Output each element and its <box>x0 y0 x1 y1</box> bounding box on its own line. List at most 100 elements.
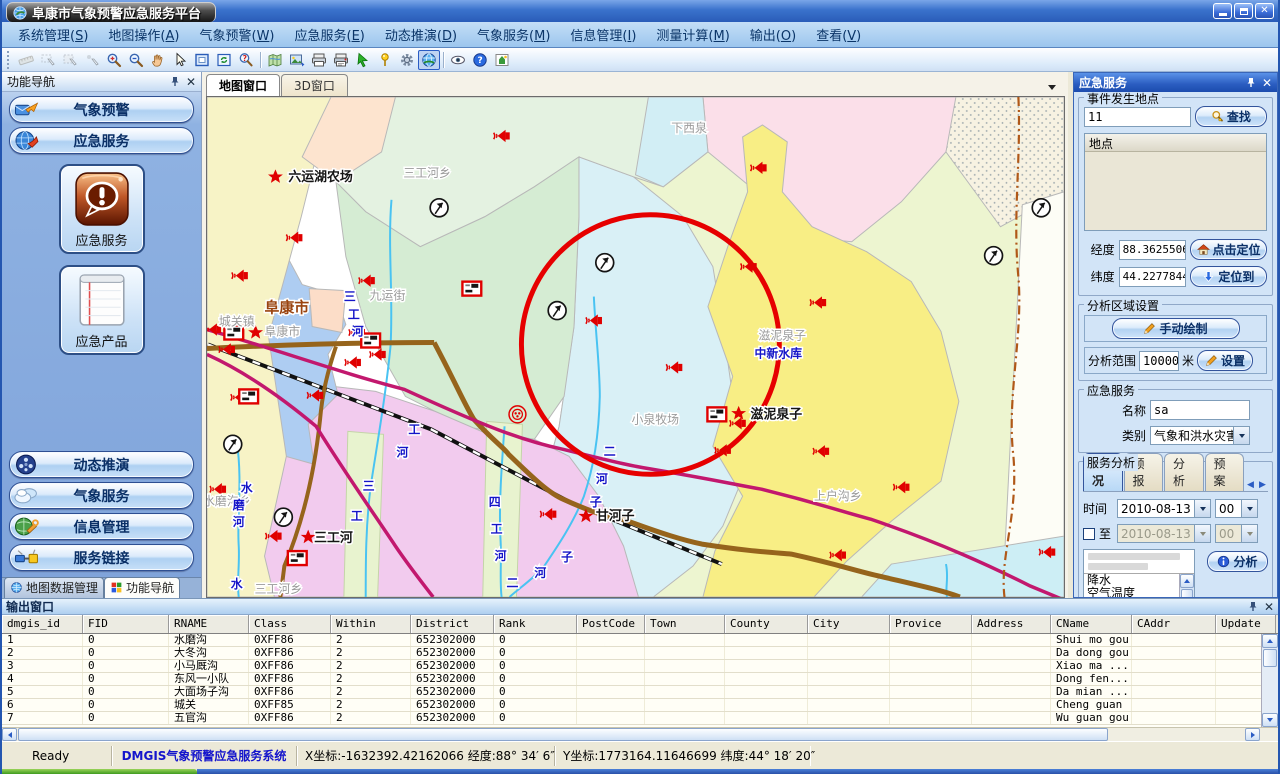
station-marker[interactable] <box>274 508 292 526</box>
latitude-input[interactable]: 44.22778446 <box>1119 267 1186 287</box>
analyze-button[interactable]: 分析 <box>1207 551 1268 572</box>
scrollbar-thumb[interactable] <box>1263 649 1277 667</box>
element-list[interactable]: 降水空气温度 <box>1083 549 1195 597</box>
nav-item-动态推演[interactable]: 动态推演 <box>9 451 194 478</box>
scroll-down-icon[interactable] <box>1262 713 1278 727</box>
element-list-item[interactable]: 空气温度 <box>1084 587 1194 597</box>
tab-scroll-right-icon[interactable]: ▶ <box>1257 478 1268 491</box>
column-header-Provice[interactable]: Provice <box>890 615 972 633</box>
toolbar-grip[interactable] <box>7 51 12 69</box>
flag-marker[interactable] <box>707 407 726 421</box>
location-search-input[interactable]: 11 <box>1084 107 1191 127</box>
list-column-header[interactable]: 地点 <box>1085 134 1266 152</box>
nav-item-服务链接[interactable]: 服务链接 <box>9 544 194 571</box>
menu-item-动态推演[interactable]: 动态推演(D) <box>375 25 467 44</box>
column-header-Within[interactable]: Within <box>331 615 411 633</box>
service-type-select[interactable]: 气象和洪水灾害 <box>1150 426 1250 445</box>
flag-marker[interactable] <box>288 551 307 565</box>
table-row[interactable]: 20大冬沟0XFF8626523020000Da dong gou <box>2 647 1278 660</box>
table-row[interactable]: 50大面场子沟0XFF8626523020000Da mian ... <box>2 686 1278 699</box>
column-header-CName[interactable]: CName <box>1051 615 1132 633</box>
left-panel-close-icon[interactable]: ✕ <box>186 75 196 89</box>
date-select[interactable]: 2010-08-13 <box>1117 499 1211 518</box>
menu-item-信息管理[interactable]: 信息管理(I) <box>560 25 646 44</box>
scroll-left-icon[interactable] <box>2 728 17 741</box>
click-locate-button[interactable]: 点击定位 <box>1190 239 1267 260</box>
scroll-up-icon[interactable] <box>1262 634 1278 648</box>
chevron-down-icon[interactable] <box>1194 500 1210 517</box>
station-marker[interactable] <box>430 199 448 217</box>
column-header-City[interactable]: City <box>808 615 890 633</box>
maximize-button[interactable] <box>1234 3 1253 19</box>
column-header-FID[interactable]: FID <box>83 615 169 633</box>
service-name-input[interactable]: sa <box>1150 400 1250 420</box>
globe-icon[interactable] <box>418 50 440 70</box>
nav-item-气象预警[interactable]: 气象预警 <box>9 96 194 123</box>
scrollbar-thumb[interactable] <box>18 728 1108 741</box>
menu-item-气象服务[interactable]: 气象服务(M) <box>467 25 560 44</box>
zoom-in-icon[interactable] <box>103 50 125 70</box>
big-button-应急服务[interactable]: 应急服务 <box>59 164 145 254</box>
menu-item-应急服务[interactable]: 应急服务(E) <box>285 25 375 44</box>
flag-marker[interactable] <box>361 334 380 348</box>
column-header-Class[interactable]: Class <box>249 615 331 633</box>
refresh-icon[interactable] <box>213 50 235 70</box>
menu-item-测量计算[interactable]: 测量计算(M) <box>646 25 739 44</box>
column-header-dmgis_id[interactable]: dmgis_id <box>2 615 83 633</box>
analysis-tab-预案[interactable]: 预案 <box>1205 453 1245 491</box>
table-row[interactable]: 40东风一小队0XFF8626523020000Dong fen... <box>2 673 1278 686</box>
set-range-button[interactable]: 设置 <box>1197 350 1253 371</box>
measure-icon[interactable] <box>15 50 37 70</box>
map-tab-dropdown-icon[interactable] <box>1045 81 1059 93</box>
settings-gear-icon[interactable] <box>396 50 418 70</box>
date-to-select[interactable]: 2010-08-13 <box>1117 524 1211 543</box>
column-header-Rank[interactable]: Rank <box>494 615 577 633</box>
column-header-Update[interactable]: Update <box>1216 615 1276 633</box>
map-tab-3D窗口[interactable]: 3D窗口 <box>281 74 348 96</box>
station-marker[interactable] <box>985 247 1003 265</box>
table-row[interactable]: 60城关0XFF8526523020000Cheng guan <box>2 699 1278 712</box>
minimize-button[interactable] <box>1213 3 1232 19</box>
select-point-icon[interactable] <box>81 50 103 70</box>
pointer-icon[interactable] <box>169 50 191 70</box>
manual-draw-button[interactable]: 手动绘制 <box>1112 318 1240 339</box>
to-date-checkbox[interactable] <box>1083 528 1095 540</box>
menu-item-输出[interactable]: 输出(O) <box>740 25 806 44</box>
station-marker[interactable] <box>224 435 242 453</box>
pin-icon[interactable] <box>170 76 180 87</box>
legend-icon[interactable] <box>491 50 513 70</box>
right-panel-close-icon[interactable]: ✕ <box>1262 76 1272 90</box>
hour-to-select[interactable]: 00 <box>1215 524 1258 543</box>
nav-item-信息管理[interactable]: 信息管理 <box>9 513 194 540</box>
longitude-input[interactable]: 88.36255063 <box>1119 240 1186 260</box>
locate-to-button[interactable]: 定位到 <box>1190 266 1267 287</box>
pin-icon[interactable] <box>1246 77 1256 88</box>
identify-icon[interactable]: ? <box>235 50 257 70</box>
table-row[interactable]: 30小马厩沟0XFF8626523020000Xiao ma ... <box>2 660 1278 673</box>
map-tab-地图窗口[interactable]: 地图窗口 <box>206 74 280 96</box>
column-header-Town[interactable]: Town <box>645 615 725 633</box>
pan-hand-icon[interactable] <box>147 50 169 70</box>
table-vertical-scrollbar[interactable] <box>1261 634 1278 727</box>
print-icon[interactable] <box>308 50 330 70</box>
table-horizontal-scrollbar[interactable] <box>2 727 1278 741</box>
analysis-tab-分析[interactable]: 分析 <box>1164 453 1204 491</box>
bottom-tab-功能导航[interactable]: 功能导航 <box>104 577 180 598</box>
range-input[interactable]: 10000 <box>1139 351 1179 371</box>
menu-item-地图操作[interactable]: 地图操作(A) <box>98 25 189 44</box>
column-header-CAddr[interactable]: CAddr <box>1132 615 1216 633</box>
help-icon[interactable]: ? <box>469 50 491 70</box>
full-extent-icon[interactable] <box>191 50 213 70</box>
print-color-icon[interactable] <box>330 50 352 70</box>
image-export-icon[interactable] <box>286 50 308 70</box>
placemark-icon[interactable] <box>374 50 396 70</box>
tab-scroll-left-icon[interactable]: ◀ <box>1245 478 1256 491</box>
map-layers-icon[interactable] <box>264 50 286 70</box>
output-close-icon[interactable]: ✕ <box>1264 600 1274 614</box>
menu-item-系统管理[interactable]: 系统管理(S) <box>8 25 98 44</box>
station-marker[interactable] <box>1032 199 1050 217</box>
column-header-District[interactable]: District <box>411 615 494 633</box>
pin-icon[interactable] <box>1248 601 1258 612</box>
search-button[interactable]: 查找 <box>1195 106 1267 127</box>
flag-marker[interactable] <box>239 389 258 403</box>
